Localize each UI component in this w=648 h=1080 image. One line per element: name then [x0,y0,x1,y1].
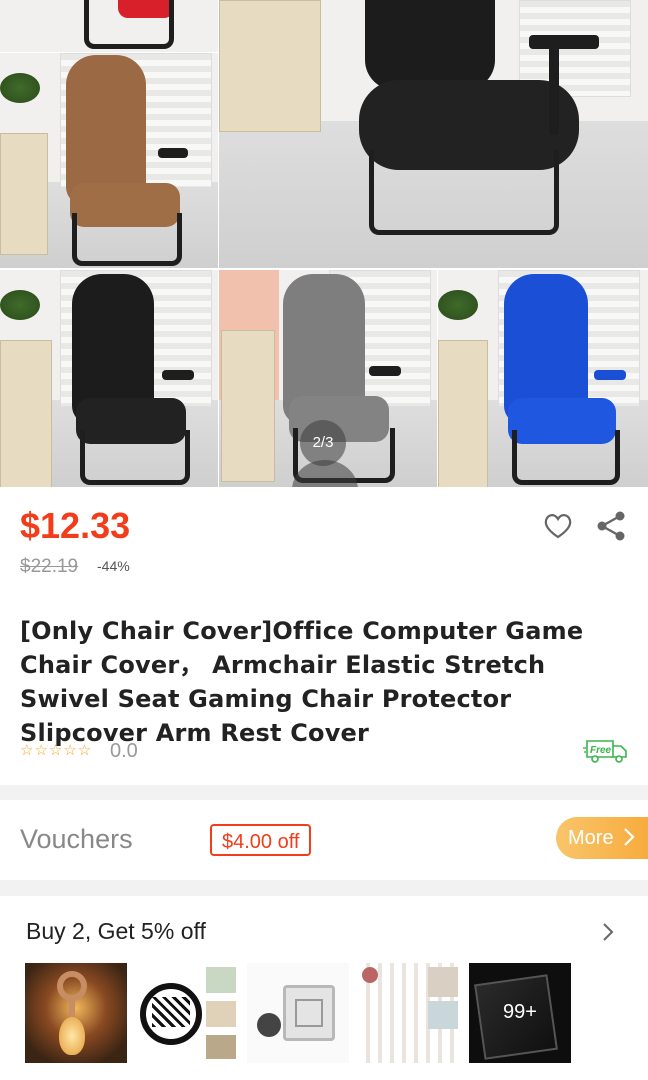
chevron-right-icon [624,828,635,846]
discount-percent: -44% [97,558,130,574]
promo-thumb-more[interactable]: 99+ [469,963,571,1063]
promo-thumb-calligraphy[interactable] [136,963,238,1063]
original-price: $22.19 [20,556,79,577]
promo-thumb-lamp[interactable] [25,963,127,1063]
gallery-tile-blue-chair [438,270,648,487]
gallery-tile-black-chair-large [219,0,648,268]
promo-thumb-curtain[interactable] [358,963,460,1063]
rating-value: 0.0 [110,740,138,762]
vouchers-more-button[interactable]: More [556,817,648,859]
product-title: [Only Chair Cover]Office Computer Game C… [20,617,584,747]
free-shipping-label: Free [590,745,612,756]
wishlist-heart-icon[interactable] [541,509,575,543]
gallery-tile-brown-chair [0,53,218,268]
free-shipping-truck-icon: Free [583,738,629,764]
promo-title[interactable]: Buy 2, Get 5% off [26,918,206,945]
voucher-tag[interactable]: $4.00 off [210,824,312,856]
promo-chevron-right-icon[interactable] [600,920,616,944]
gallery-tile-red-chair [0,0,218,52]
rating-stars: ☆☆☆☆☆ [20,742,93,759]
product-image-gallery[interactable]: 2/3 [0,0,648,487]
gallery-page-indicator: 2/3 [300,420,346,466]
more-count-label: 99+ [503,1001,537,1023]
promo-thumb-switch-plate[interactable] [247,963,349,1063]
vouchers-label: Vouchers [20,824,133,854]
share-icon[interactable] [594,509,628,543]
more-button-label: More [568,827,614,849]
gallery-tile-black-chair [0,270,218,487]
current-price: $12.33 [20,505,131,546]
